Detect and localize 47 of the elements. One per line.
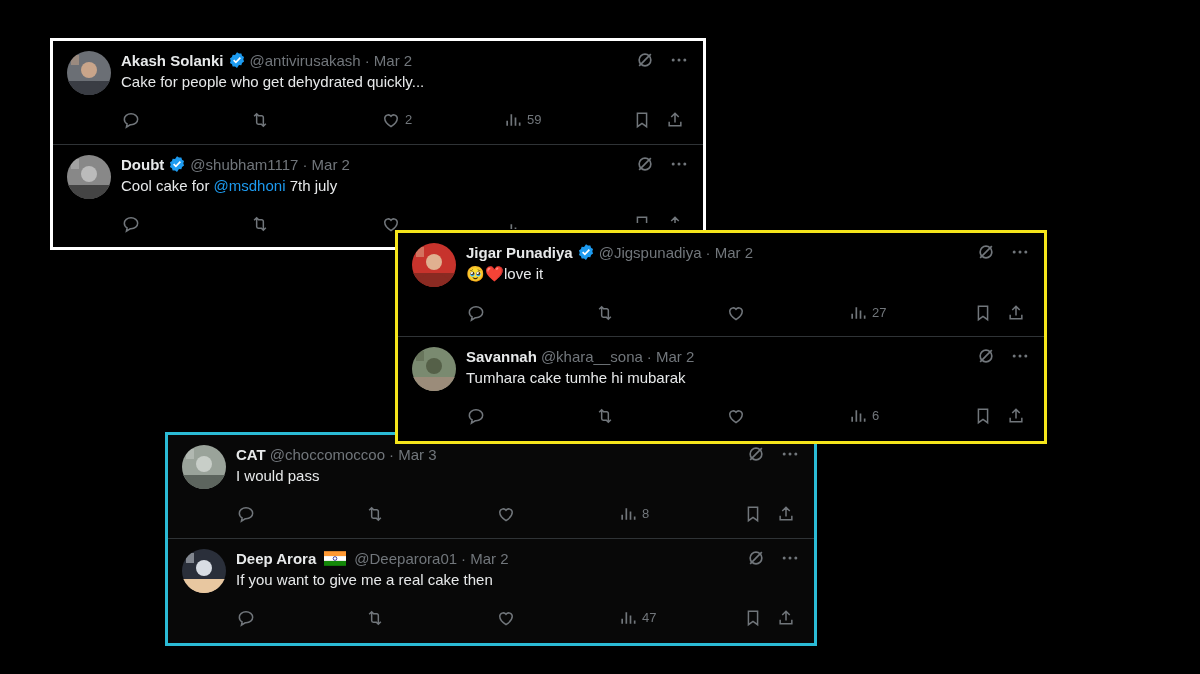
view-count: 6 bbox=[872, 407, 880, 425]
author-name[interactable]: Savannah bbox=[466, 347, 537, 365]
post-date[interactable]: · Mar 2 bbox=[364, 51, 413, 69]
reply-icon[interactable] bbox=[121, 214, 141, 234]
post-text: Cake for people who get dehydrated quickly... bbox=[121, 73, 426, 90]
share-icon[interactable] bbox=[776, 504, 796, 524]
post-text: If you want to give me a real cake then bbox=[236, 571, 494, 588]
author-handle[interactable]: @shubham1117 bbox=[190, 155, 299, 173]
author-name[interactable]: CAT bbox=[236, 445, 266, 463]
post-date[interactable]: · Mar 2 bbox=[705, 243, 754, 261]
post-date[interactable]: · Mar 3 bbox=[389, 445, 437, 463]
author-handle[interactable]: @khara__sona bbox=[540, 347, 643, 365]
like-count: 2 bbox=[405, 111, 413, 129]
slashed-circle-icon[interactable] bbox=[635, 50, 655, 70]
share-icon[interactable] bbox=[1006, 303, 1026, 323]
share-icon[interactable] bbox=[1006, 406, 1026, 426]
post-date[interactable]: · Mar 2 bbox=[461, 549, 509, 567]
author-handle[interactable]: @choccomoccoo bbox=[269, 445, 385, 463]
post-date[interactable]: · Mar 2 bbox=[646, 347, 695, 365]
post-text: I would pass bbox=[236, 467, 321, 484]
post-date[interactable]: · Mar 2 bbox=[302, 155, 350, 173]
slashed-circle-icon[interactable] bbox=[976, 346, 996, 366]
view-count: 59 bbox=[527, 111, 542, 129]
slashed-circle-icon[interactable] bbox=[746, 548, 766, 568]
reply-icon[interactable] bbox=[236, 504, 256, 524]
view-count: 27 bbox=[872, 304, 887, 322]
author-name[interactable]: Jigar Punadiya bbox=[466, 243, 573, 261]
reply-icon[interactable] bbox=[121, 110, 141, 130]
view-count: 47 bbox=[642, 609, 657, 627]
slashed-circle-icon[interactable] bbox=[746, 444, 766, 464]
view-count: 8 bbox=[642, 505, 650, 523]
author-handle[interactable]: @Jigspunadiya bbox=[598, 243, 702, 261]
author-name[interactable]: Deep Arora bbox=[236, 549, 317, 567]
author-name[interactable]: Akash Solanki bbox=[121, 51, 224, 69]
slashed-circle-icon[interactable] bbox=[976, 242, 996, 262]
reply-icon[interactable] bbox=[466, 303, 486, 323]
post-text: Cool cake for @msdhoni 7th july bbox=[121, 177, 339, 194]
share-icon[interactable] bbox=[776, 608, 796, 628]
author-handle[interactable]: @Deeparora01 bbox=[354, 549, 458, 567]
author-name[interactable]: Doubt bbox=[121, 155, 165, 173]
post-text: Tumhara cake tumhe hi mubarak bbox=[466, 369, 687, 386]
reply-icon[interactable] bbox=[236, 608, 256, 628]
author-handle[interactable]: @antivirusakash bbox=[249, 51, 361, 69]
share-icon[interactable] bbox=[665, 110, 685, 130]
reply-icon[interactable] bbox=[466, 406, 486, 426]
post-text: 🥹❤love it bbox=[466, 265, 545, 283]
slashed-circle-icon[interactable] bbox=[635, 154, 655, 174]
